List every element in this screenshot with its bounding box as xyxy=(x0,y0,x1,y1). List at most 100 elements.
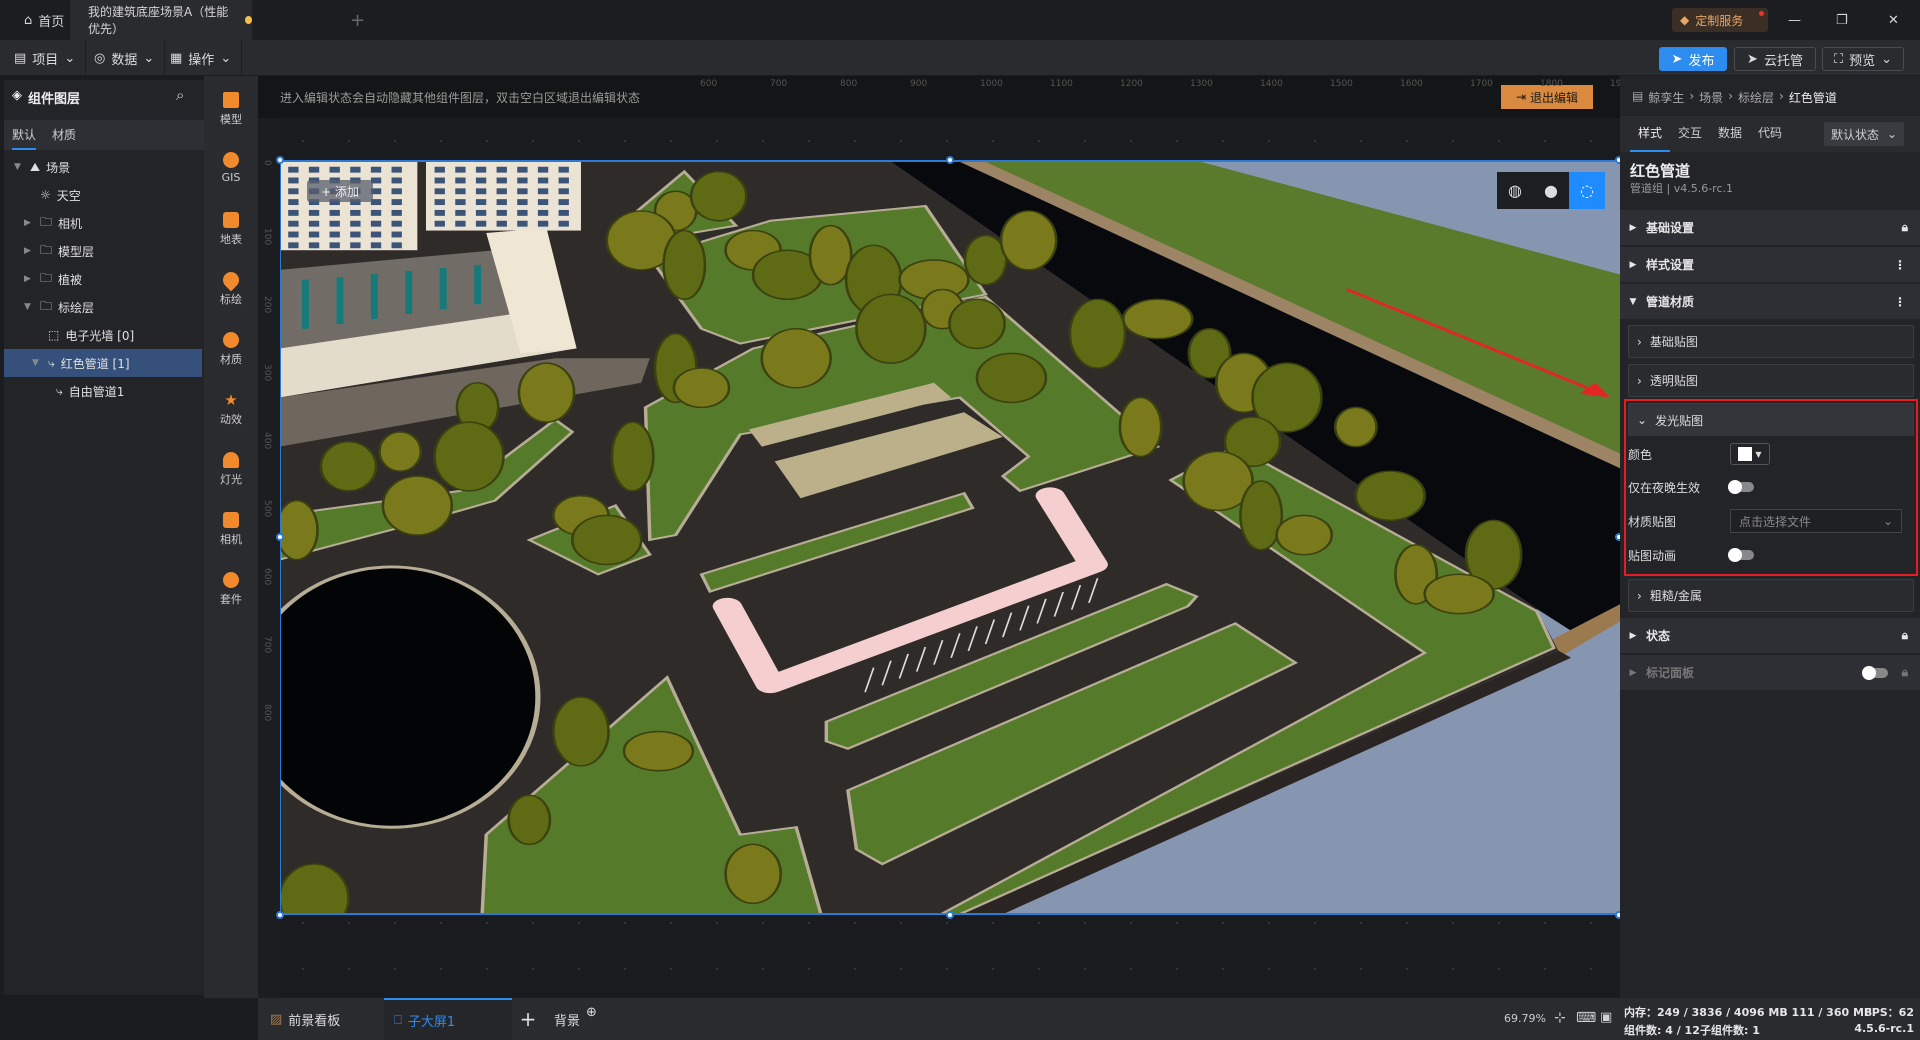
tool-kit[interactable]: 套件 xyxy=(204,572,258,607)
terminal-icon[interactable]: ▣ xyxy=(1600,1010,1612,1025)
tool-light[interactable]: 灯光 xyxy=(204,452,258,487)
add-screen-button[interactable]: + xyxy=(512,998,544,1040)
tab-sub-screen[interactable]: ⎕ 子大屏1 xyxy=(384,998,512,1040)
texture-file-select[interactable]: 点击选择文件 ⌄ xyxy=(1730,509,1902,533)
more-icon[interactable]: ⋮ xyxy=(1894,258,1906,272)
subsection-alpha-map[interactable]: › 透明贴图 xyxy=(1628,364,1914,397)
section-style-settings[interactable]: ▶ 样式设置 ⋮ xyxy=(1620,247,1920,282)
section-basic-settings[interactable]: ▶ 基础设置 🔒︎ xyxy=(1620,210,1920,245)
caret-down-icon: ▼ xyxy=(14,162,21,172)
solid-view-icon[interactable]: ● xyxy=(1533,172,1569,209)
publish-button[interactable]: ➤ 发布 xyxy=(1659,47,1727,71)
tree-item-free-pipe[interactable]: ⤷ 自由管道1 xyxy=(4,377,202,405)
tool-label: 地表 xyxy=(220,233,242,246)
tree-item-camera[interactable]: ▶ 🗀 相机 xyxy=(4,209,202,237)
state-select[interactable]: 默认状态 ⌄ xyxy=(1824,122,1904,146)
tree-item-vegetation[interactable]: ▶ 🗀 植被 xyxy=(4,265,202,293)
section-marker-panel[interactable]: ▶ 标记面板 🔒︎ xyxy=(1620,655,1920,690)
tab-material[interactable]: 材质 xyxy=(52,126,76,143)
refresh-view-icon[interactable]: ◌ xyxy=(1569,172,1605,209)
tool-material[interactable]: 材质 xyxy=(204,332,258,367)
new-tab-button[interactable]: + xyxy=(350,0,365,40)
tab-interaction[interactable]: 交互 xyxy=(1670,116,1710,150)
tool-camera[interactable]: 相机 xyxy=(204,512,258,547)
tree-item-red-pipe[interactable]: ▼ ⤷ 红色管道 [1] xyxy=(4,349,202,377)
breadcrumb-item[interactable]: 场景 xyxy=(1699,89,1723,106)
doc-icon: ▤ xyxy=(1632,89,1644,103)
texture-placeholder: 点击选择文件 xyxy=(1739,514,1812,529)
tab-document[interactable]: 我的建筑底座场景A（性能优先） xyxy=(70,0,252,40)
search-icon[interactable]: ⌕ xyxy=(176,86,184,104)
window xyxy=(455,209,466,216)
chevron-down-icon: ⌄ xyxy=(143,50,155,66)
subsection-roughness-metal[interactable]: › 粗糙/金属 xyxy=(1628,579,1914,612)
grid-icon: ▦ xyxy=(170,50,183,66)
marker-panel-toggle[interactable] xyxy=(1861,665,1888,680)
ruler-left: 0 100 200 300 400 500 600 700 800 xyxy=(258,118,280,998)
resize-handle[interactable] xyxy=(946,911,954,919)
preview-button[interactable]: ⛶ 预览 ⌄ xyxy=(1822,47,1904,71)
menu-data[interactable]: ◎ 数据 ⌄ xyxy=(84,40,166,76)
close-button[interactable]: ✕ xyxy=(1888,0,1899,40)
color-picker[interactable]: ▼ xyxy=(1730,443,1770,465)
tab-code[interactable]: 代码 xyxy=(1750,116,1790,150)
fit-screen-icon[interactable]: ⊹ xyxy=(1554,1010,1566,1026)
tree xyxy=(999,210,1058,271)
breadcrumb-item[interactable]: 红色管道 xyxy=(1789,89,1837,106)
lock-icon[interactable]: 🔒︎ xyxy=(1902,665,1908,680)
resize-handle[interactable] xyxy=(276,156,284,164)
add-button[interactable]: + 添加 xyxy=(307,180,373,202)
cloud-host-button[interactable]: ➤ 云托管 xyxy=(1734,47,1816,71)
menu-project[interactable]: ▤ 项目 ⌄ xyxy=(4,40,87,76)
resize-handle[interactable] xyxy=(946,156,954,164)
window xyxy=(329,209,340,216)
window xyxy=(434,220,445,227)
caret-down-icon: ▼ xyxy=(1629,296,1637,307)
lock-icon[interactable]: 🔒︎ xyxy=(1902,220,1908,235)
keyboard-icon[interactable]: ⌨ xyxy=(1576,1010,1596,1026)
menu-label: 操作 xyxy=(188,52,215,68)
tree-item-sky[interactable]: ☼ 天空 xyxy=(4,181,202,209)
subsection-label: 透明贴图 xyxy=(1649,374,1698,388)
section-state[interactable]: ▶ 状态 🔒︎ xyxy=(1620,618,1920,653)
breadcrumb-item[interactable]: 鲸孪生 xyxy=(1648,89,1684,106)
tab-foreground-board[interactable]: ▨ 前景看板 xyxy=(264,998,384,1040)
night-only-toggle[interactable] xyxy=(1728,480,1754,494)
view-mode-toggle: ◍ ● ◌ xyxy=(1497,172,1605,209)
resize-handle[interactable] xyxy=(276,911,284,919)
tool-gis[interactable]: GIS xyxy=(204,152,258,184)
tool-effect[interactable]: ★ 动效 xyxy=(204,392,258,427)
3d-scene-viewport[interactable]: + 添加 ◍ ● ◌ xyxy=(280,160,1620,915)
section-pipe-material[interactable]: ▼ 管道材质 ⋮ xyxy=(1620,284,1920,319)
subsection-base-map[interactable]: › 基础贴图 xyxy=(1628,325,1914,358)
minimize-button[interactable]: — xyxy=(1788,0,1801,40)
tree-label: 模型层 xyxy=(58,244,95,259)
window xyxy=(370,242,382,249)
window xyxy=(308,220,320,227)
resize-handle[interactable] xyxy=(276,533,284,541)
custom-service-button[interactable]: ◆ 定制服务 xyxy=(1672,8,1768,32)
tree-item-model-layer[interactable]: ▶ 🗀 模型层 xyxy=(4,237,202,265)
restore-button[interactable]: ❐ xyxy=(1836,0,1848,40)
subsection-emissive-map[interactable]: ⌄ 发光贴图 xyxy=(1628,403,1914,436)
tab-data[interactable]: 数据 xyxy=(1710,116,1750,150)
texture-anim-toggle[interactable] xyxy=(1728,548,1754,562)
tree-item-scene[interactable]: ▼ ⛰ 场景 xyxy=(4,153,202,181)
tool-plot[interactable]: 标绘 xyxy=(204,268,258,307)
more-icon[interactable]: ⋮ xyxy=(1894,295,1906,309)
tree xyxy=(378,431,423,472)
tab-default[interactable]: 默认 xyxy=(12,126,37,150)
tab-home[interactable]: ⌂ 首页 xyxy=(24,0,64,40)
ruler-left-label: 300 xyxy=(262,364,272,382)
tab-background[interactable]: 背景 ⊕ xyxy=(554,998,597,1040)
tab-style[interactable]: 样式 xyxy=(1630,116,1670,152)
tool-model[interactable]: 模型 xyxy=(204,92,258,127)
window xyxy=(455,199,466,206)
tree-item-plot-layer[interactable]: ▼ 🗀 标绘层 xyxy=(4,293,202,321)
menu-operation[interactable]: ▦ 操作 ⌄ xyxy=(160,40,243,76)
tree-item-light-wall[interactable]: ⬚ 电子光墙 [0] xyxy=(4,321,202,349)
lock-icon[interactable]: 🔒︎ xyxy=(1902,628,1908,643)
tool-terrain[interactable]: 地表 xyxy=(204,212,258,247)
globe-view-icon[interactable]: ◍ xyxy=(1497,172,1533,209)
breadcrumb-item[interactable]: 标绘层 xyxy=(1738,89,1774,106)
